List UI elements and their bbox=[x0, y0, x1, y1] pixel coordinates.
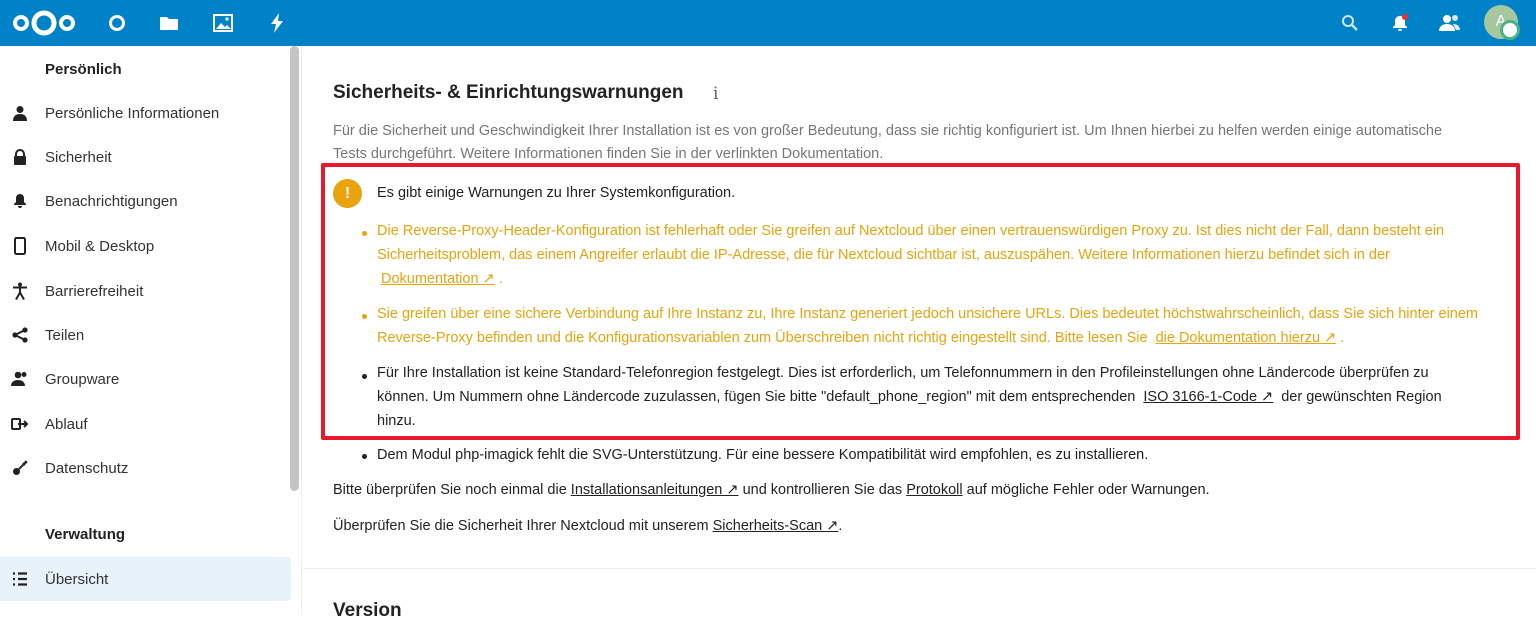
security-scan-link[interactable]: Sicherheits-Scan ↗ bbox=[713, 518, 839, 534]
warning-1-line-1: Die Reverse-Proxy-Header-Konfiguration i… bbox=[377, 223, 1445, 239]
sidebar-item-accessibility[interactable]: Barrierefreiheit bbox=[0, 269, 291, 313]
sidebar-item-label: Benachrichtigungen bbox=[45, 192, 178, 210]
page-title: Sicherheits- & Einrichtungswarnungen bbox=[333, 82, 684, 103]
lock-icon bbox=[11, 148, 29, 166]
search-icon[interactable] bbox=[1336, 9, 1364, 37]
sidebar-item-label: Sicherheit bbox=[45, 148, 112, 166]
accessibility-icon bbox=[11, 282, 29, 300]
bullet bbox=[362, 314, 367, 319]
files-icon[interactable] bbox=[156, 10, 182, 36]
scan-end: . bbox=[838, 518, 843, 534]
sidebar-item-label: Barrierefreiheit bbox=[45, 282, 144, 300]
info-2-line: Dem Modul php-imagick fehlt die SVG-Unte… bbox=[377, 447, 1149, 463]
nextcloud-logo[interactable] bbox=[12, 9, 76, 37]
groupware-icon bbox=[11, 370, 29, 388]
bullet bbox=[362, 454, 367, 459]
section-title-admin: Verwaltung bbox=[45, 526, 126, 543]
intro-line-1: Für die Sicherheit und Geschwindigkeit I… bbox=[333, 123, 1443, 139]
sidebar-item-share[interactable]: Teilen bbox=[0, 313, 291, 357]
intro-text: Für die Sicherheit und Geschwindigkeit I… bbox=[333, 120, 1503, 166]
warning-2-text: Reverse-Proxy befinden und die Konfigura… bbox=[377, 330, 1148, 346]
sidebar-item-label: Teilen bbox=[45, 326, 85, 344]
sidebar-item-flow[interactable]: Ablauf bbox=[0, 402, 291, 446]
key-icon bbox=[11, 459, 29, 477]
info-1-line-2: können. Um Nummern ohne Ländercode zuzul… bbox=[377, 386, 1442, 410]
settings-sidebar: Persönlich Persönliche Informationen Sic… bbox=[0, 46, 302, 615]
sidebar-item-label: Groupware bbox=[45, 370, 120, 388]
share-icon bbox=[11, 326, 29, 344]
documentation-link[interactable]: Dokumentation ↗ bbox=[381, 271, 495, 287]
section-divider bbox=[303, 568, 1536, 569]
log-link[interactable]: Protokoll bbox=[906, 482, 962, 498]
warning-1-line-2: Sicherheitsproblem, das einem Angreifer … bbox=[377, 247, 1390, 263]
person-icon bbox=[11, 104, 29, 122]
warning-1-line-3: Dokumentation ↗ . bbox=[381, 268, 503, 292]
contacts-icon[interactable] bbox=[1436, 9, 1464, 37]
sidebar-item-groupware[interactable]: Groupware bbox=[0, 357, 291, 401]
info-1-line-3: hinzu. bbox=[377, 413, 416, 429]
sidebar-item-personal-info[interactable]: Persönliche Informationen bbox=[0, 91, 291, 135]
notifications-icon[interactable] bbox=[1386, 9, 1414, 37]
check-pre: Bitte überprüfen Sie noch einmal die bbox=[333, 482, 567, 498]
warning-2-end: . bbox=[1340, 330, 1345, 346]
sidebar-scrollbar[interactable] bbox=[290, 46, 299, 491]
list-icon bbox=[11, 570, 29, 588]
phone-icon bbox=[11, 237, 29, 255]
bell-icon bbox=[11, 192, 29, 210]
dashboard-icon[interactable] bbox=[104, 10, 130, 36]
info-icon[interactable]: i bbox=[713, 84, 718, 104]
check-text: Bitte überprüfen Sie noch einmal die Ins… bbox=[333, 479, 1210, 503]
warning-heading: Es gibt einige Warnungen zu Ihrer System… bbox=[377, 185, 736, 201]
scan-text: Überprüfen Sie die Sicherheit Ihrer Next… bbox=[333, 515, 842, 539]
version-title: Version bbox=[333, 600, 402, 621]
check-end: auf mögliche Fehler oder Warnungen. bbox=[966, 482, 1210, 498]
top-header: A bbox=[0, 0, 1536, 46]
flow-icon bbox=[11, 415, 29, 433]
warning-2-line-1: Sie greifen über eine sichere Verbindung… bbox=[377, 306, 1479, 322]
sidebar-item-mobile-desktop[interactable]: Mobil & Desktop bbox=[0, 224, 291, 268]
bullet bbox=[362, 231, 367, 236]
sidebar-item-overview[interactable]: Übersicht bbox=[0, 557, 291, 601]
sidebar-item-security[interactable]: Sicherheit bbox=[0, 135, 291, 179]
warning-1-end: . bbox=[498, 271, 503, 287]
documentation-hint-link[interactable]: die Dokumentation hierzu ↗ bbox=[1156, 330, 1337, 346]
status-indicator bbox=[1500, 20, 1520, 40]
warning-2-line-2: Reverse-Proxy befinden und die Konfigura… bbox=[377, 327, 1344, 351]
sidebar-item-label: Übersicht bbox=[45, 570, 109, 588]
activity-icon[interactable] bbox=[264, 10, 290, 36]
sidebar-item-notifications[interactable]: Benachrichtigungen bbox=[0, 179, 291, 223]
sidebar-item-label: Mobil & Desktop bbox=[45, 237, 155, 255]
installation-guides-link[interactable]: Installationsanleitungen ↗ bbox=[571, 482, 739, 498]
check-mid: und kontrollieren Sie das bbox=[742, 482, 903, 498]
sidebar-item-label: Ablauf bbox=[45, 415, 88, 433]
warning-icon: ! bbox=[333, 179, 362, 208]
sidebar-item-label: Persönliche Informationen bbox=[45, 104, 220, 122]
sidebar-item-label: Datenschutz bbox=[45, 459, 129, 477]
info-1-text: können. Um Nummern ohne Ländercode zuzul… bbox=[377, 389, 1136, 405]
info-1-line-1: Für Ihre Installation ist keine Standard… bbox=[377, 365, 1429, 381]
sidebar-item-privacy[interactable]: Datenschutz bbox=[0, 446, 291, 490]
bullet bbox=[362, 374, 367, 379]
iso-code-link[interactable]: ISO 3166-1-Code ↗ bbox=[1143, 389, 1273, 405]
section-title-personal: Persönlich bbox=[45, 61, 122, 78]
info-1-text-end: der gewünschten Region bbox=[1281, 389, 1442, 405]
photos-icon[interactable] bbox=[210, 10, 236, 36]
scan-pre: Überprüfen Sie die Sicherheit Ihrer Next… bbox=[333, 518, 709, 534]
